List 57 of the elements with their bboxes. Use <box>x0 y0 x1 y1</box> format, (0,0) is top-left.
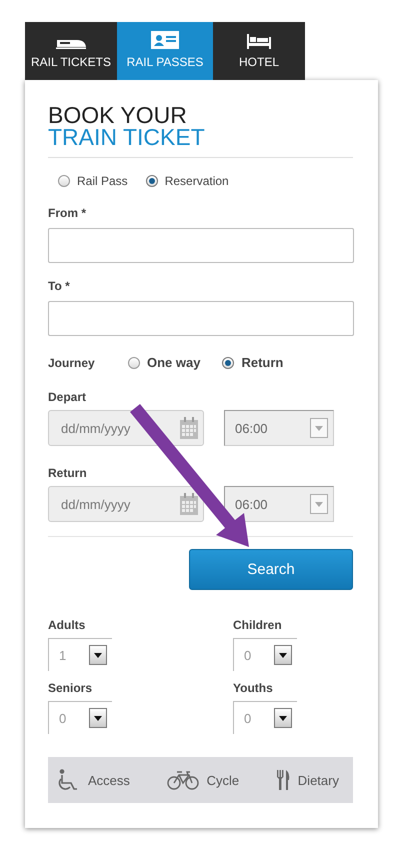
bed-icon <box>247 34 271 49</box>
radio-option[interactable]: Return <box>222 355 284 370</box>
bicycle-icon <box>166 770 199 790</box>
caret-icon <box>94 716 102 720</box>
select-value: 0 <box>244 710 252 726</box>
field-label: From * <box>48 206 88 220</box>
select-value: 1 <box>59 648 66 662</box>
extra-option[interactable]: Access <box>58 769 130 791</box>
from-field[interactable] <box>48 228 354 263</box>
count-select[interactable]: 0 <box>233 701 297 734</box>
field-label: To * <box>48 279 71 293</box>
calendar-icon <box>180 493 198 515</box>
heading: TRAIN TICKET <box>48 126 206 148</box>
calendar-icon <box>180 417 198 439</box>
field-label: Adults <box>48 618 86 632</box>
caret-icon <box>315 426 323 430</box>
radio-button[interactable] <box>222 356 234 368</box>
select-value: 06:00 <box>235 420 268 436</box>
tab[interactable]: RAIL PASSES <box>117 22 213 80</box>
id-card-icon <box>151 31 179 49</box>
train-icon <box>56 39 86 49</box>
caret-icon <box>279 652 287 658</box>
field-label: Journey <box>48 356 96 370</box>
caret-icon <box>279 716 287 720</box>
time-select[interactable]: 06:00 <box>224 410 334 446</box>
field-label: Return <box>48 466 88 480</box>
extra-option[interactable]: Dietary <box>276 770 339 790</box>
radio-button[interactable] <box>58 175 70 187</box>
radio-button[interactable] <box>146 175 158 187</box>
count-select[interactable]: 0 <box>233 638 297 671</box>
extra-option[interactable]: Cycle <box>166 770 240 790</box>
select-value: 0 <box>244 648 252 662</box>
field-label: Children <box>233 618 283 632</box>
time-select[interactable]: 06:00 <box>224 486 334 522</box>
select-value: 06:00 <box>235 496 268 512</box>
option-label: One way <box>147 355 200 370</box>
field-label: Youths <box>233 681 274 695</box>
count-select[interactable]: 0 <box>48 701 112 734</box>
select-value: 0 <box>59 710 66 726</box>
cutlery-icon <box>276 770 290 790</box>
caret-icon <box>94 652 102 658</box>
wheelchair-icon <box>58 769 80 791</box>
count-select[interactable]: 1 <box>48 638 112 671</box>
caret-icon <box>315 502 323 506</box>
option-label: Reservation <box>164 174 229 188</box>
search-button[interactable]: Search <box>189 549 353 590</box>
date-field[interactable]: dd/mm/yyyy <box>48 486 204 522</box>
option-label: Return <box>241 355 284 370</box>
radio-button[interactable] <box>128 356 140 368</box>
to-field[interactable] <box>48 301 354 336</box>
heading: BOOK YOUR <box>48 104 188 126</box>
field-label: Depart <box>48 390 88 404</box>
field-label: Seniors <box>48 681 94 695</box>
option-label: Rail Pass <box>77 174 128 188</box>
radio-option[interactable]: One way <box>128 355 200 370</box>
radio-option[interactable]: Reservation <box>146 174 229 188</box>
radio-option[interactable]: Rail Pass <box>58 174 128 188</box>
